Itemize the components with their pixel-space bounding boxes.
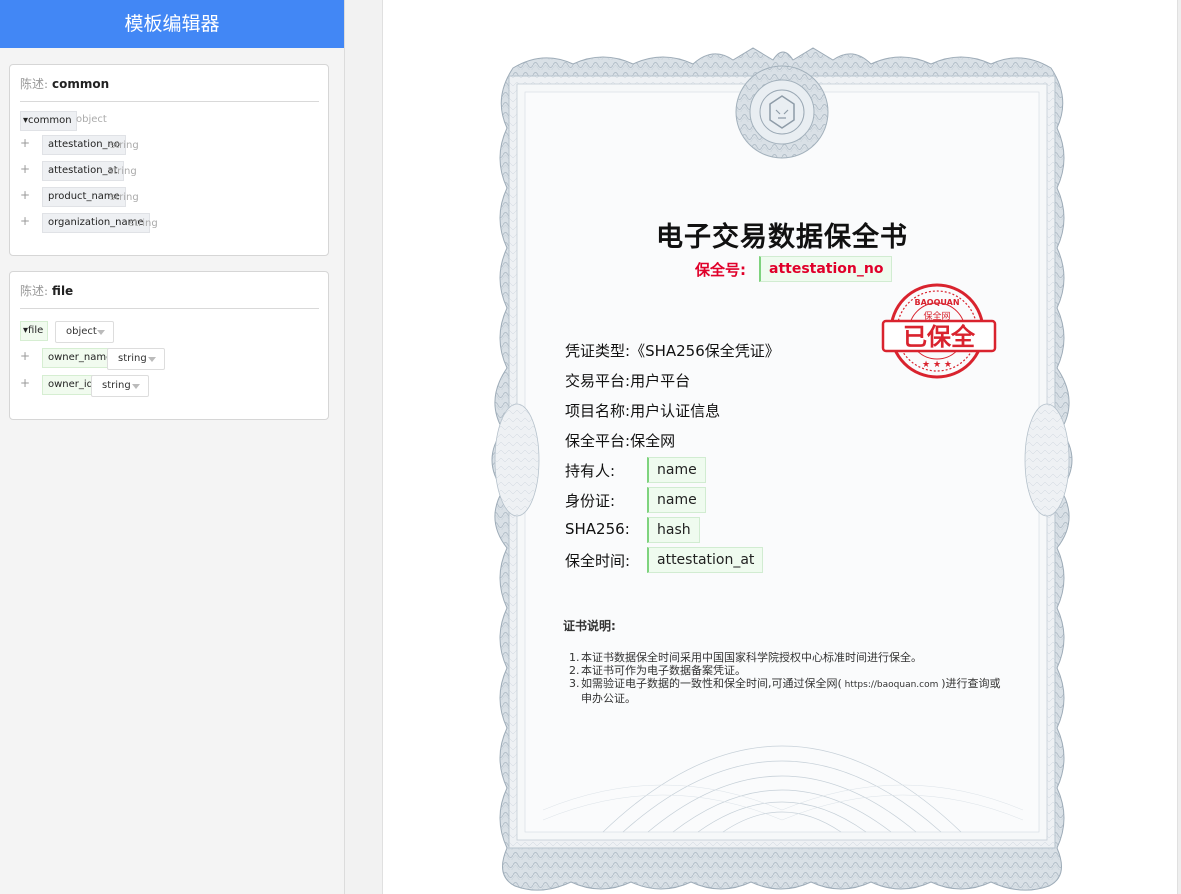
add-field-icon[interactable]: + [20, 135, 30, 151]
field-type-select[interactable]: string [107, 348, 165, 370]
add-field-icon[interactable]: + [20, 348, 30, 364]
cert-line-time: 保全时间: [565, 550, 630, 571]
field-type-select[interactable]: string [91, 375, 149, 397]
chevron-down-icon [97, 330, 105, 335]
description-label: 陈述: [20, 77, 49, 91]
field-type: string [110, 192, 139, 203]
template-editor-panel: 模板编辑器 陈述: common ▾common object + attesta… [0, 0, 345, 894]
note-item: 1. 本证书数据保全时间采用中国国家科学院授权中心标准时间进行保全。 [569, 651, 1009, 664]
field-type-value: string [102, 380, 131, 391]
add-field-icon[interactable]: + [20, 161, 30, 177]
cert-line-attest-platform: 保全平台:保全网 [565, 430, 675, 451]
root-key[interactable]: ▾file [20, 321, 49, 341]
seal-top-text: BAOQUAN [914, 298, 959, 307]
note-item: 3. 如需验证电子数据的一致性和保全时间,可通过保全网( https://baoq… [569, 677, 1009, 705]
line-value: 用户认证信息 [630, 402, 721, 420]
add-field-icon[interactable]: + [20, 187, 30, 203]
field-type-value: string [118, 353, 147, 364]
svg-text:★ ★ ★: ★ ★ ★ [922, 360, 952, 370]
attestation-time-field[interactable]: attestation_at [647, 547, 764, 573]
cert-line-sha256: SHA256: [565, 520, 630, 538]
schema-field-row: + owner_id string [20, 375, 310, 397]
notes-title: 证书说明: [563, 619, 616, 633]
add-field-icon[interactable]: + [20, 375, 30, 391]
note-text: 如需验证电子数据的一致性和保全时间,可通过保全网( [581, 677, 842, 690]
cert-line-holder: 持有人: [565, 460, 615, 481]
field-type: string [110, 140, 139, 151]
card-description: 陈述: file [20, 282, 73, 299]
seal-center-text: 已保全 [903, 323, 976, 351]
certificate-preview: 电子交易数据保全书 保全号: attestation_no BAOQUAN 保全… [382, 0, 1178, 894]
line-label: 保全时间: [565, 552, 631, 570]
certificate: 电子交易数据保全书 保全号: attestation_no BAOQUAN 保全… [483, 40, 1081, 894]
line-label: 持有人: [565, 462, 616, 480]
note-item: 2. 本证书可作为电子数据备案凭证。 [569, 664, 1009, 677]
field-type: string [129, 218, 158, 229]
panel-title: 模板编辑器 [0, 0, 344, 48]
cert-line-type: 凭证类型:《SHA256保全凭证》 [565, 340, 780, 361]
root-type-select[interactable]: object [55, 321, 114, 343]
line-label: SHA256: [565, 520, 630, 538]
card-divider [20, 101, 319, 102]
note-text: 本证书可作为电子数据备案凭证。 [581, 664, 746, 677]
cert-line-id: 身份证: [565, 490, 615, 511]
schema-card-file: 陈述: file ▾file object + owner_name string… [9, 271, 329, 420]
card-description: 陈述: common [20, 75, 109, 92]
schema-field-row: + attestation_at string [20, 161, 310, 181]
note-number: 1. [569, 651, 580, 664]
line-label: 保全平台: [565, 432, 631, 450]
schema-field-row: + product_name string [20, 187, 310, 207]
certificate-number-field[interactable]: attestation_no [759, 256, 893, 282]
description-label: 陈述: [20, 284, 49, 298]
schema-card-common: 陈述: common ▾common object + attestation_n… [9, 64, 329, 256]
hash-field[interactable]: hash [647, 517, 700, 543]
schema-field-row: + attestation_no string [20, 135, 310, 155]
schema-field-row: + owner_name string [20, 348, 310, 370]
line-label: 交易平台: [565, 372, 631, 390]
note-number: 3. [569, 677, 580, 690]
line-value: 用户平台 [630, 372, 691, 390]
note-number: 2. [569, 664, 580, 677]
line-label: 凭证类型: [565, 342, 631, 360]
certificate-title: 电子交易数据保全书 [656, 222, 908, 253]
line-label: 身份证: [565, 492, 616, 510]
line-value: 《SHA256保全凭证》 [630, 342, 780, 360]
chevron-down-icon [132, 384, 140, 389]
certificate-number-label: 保全号: [695, 261, 746, 279]
id-number-field[interactable]: name [647, 487, 706, 513]
add-field-icon[interactable]: + [20, 213, 30, 229]
root-key[interactable]: ▾common [20, 111, 77, 131]
holder-name-field[interactable]: name [647, 457, 706, 483]
cert-line-project: 项目名称:用户认证信息 [565, 400, 720, 421]
note-text: 本证书数据保全时间采用中国国家科学院授权中心标准时间进行保全。 [581, 651, 922, 664]
root-type: object [76, 114, 107, 125]
chevron-down-icon [148, 357, 156, 362]
line-label: 项目名称: [565, 402, 631, 420]
description-value[interactable]: common [52, 77, 109, 91]
description-value[interactable]: file [52, 284, 73, 298]
field-type: string [108, 166, 137, 177]
notes-list: 1. 本证书数据保全时间采用中国国家科学院授权中心标准时间进行保全。 2. 本证书可… [569, 651, 1009, 705]
root-type-value: object [66, 326, 97, 337]
cert-line-platform: 交易平台:用户平台 [565, 370, 690, 391]
schema-field-row: + organization_name string [20, 213, 310, 233]
line-value: 保全网 [630, 432, 676, 450]
seal-stamp: BAOQUAN 保全网 已保全 ★ ★ ★ [881, 283, 997, 379]
note-link: https://baoquan.com [841, 680, 942, 690]
card-divider [20, 308, 319, 309]
